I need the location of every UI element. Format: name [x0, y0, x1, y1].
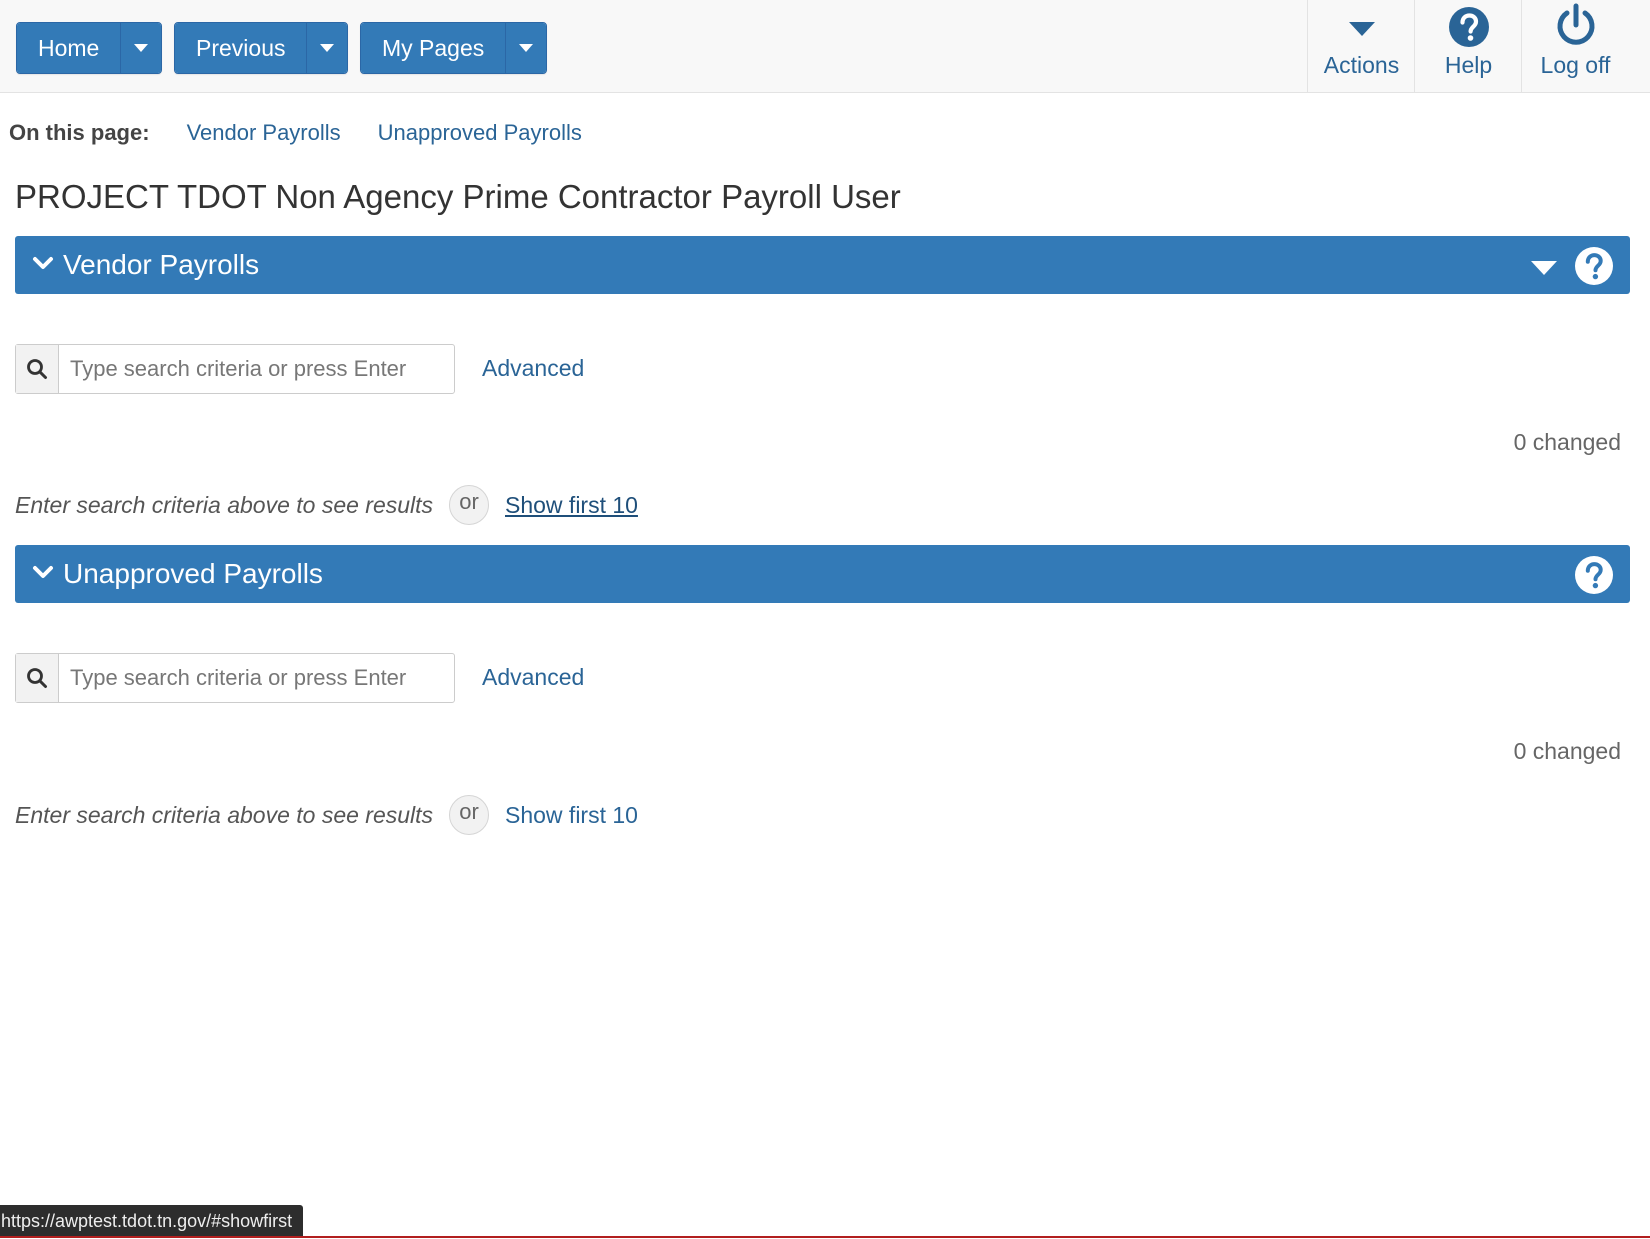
or-badge: or	[449, 485, 489, 525]
browser-status-url: https://awptest.tdot.tn.gov/#showfirst	[0, 1205, 304, 1237]
vendor-payrolls-search	[15, 344, 455, 394]
home-button-group: Home	[16, 22, 163, 74]
caret-down-icon[interactable]	[1530, 260, 1558, 276]
chevron-down-icon[interactable]	[32, 255, 54, 271]
previous-button-group: Previous	[174, 22, 349, 74]
search-icon	[27, 359, 47, 379]
my-pages-button[interactable]: My Pages	[361, 23, 507, 73]
actions-label: Actions	[1323, 52, 1400, 78]
advanced-search-link[interactable]: Advanced	[482, 355, 584, 382]
question-circle-icon	[1448, 7, 1489, 47]
question-circle-icon[interactable]	[1574, 246, 1614, 286]
caret-down-icon	[134, 44, 149, 52]
unapproved-payrolls-panel-header: Unapproved Payrolls	[15, 545, 1630, 603]
vendor-payrolls-title[interactable]: Vendor Payrolls	[63, 249, 259, 281]
caret-down-icon	[519, 44, 534, 52]
vendor-payrolls-panel-header: Vendor Payrolls	[15, 236, 1630, 294]
unapproved-payrolls-title[interactable]: Unapproved Payrolls	[63, 558, 323, 590]
on-this-page-nav: On this page: Vendor Payrolls Unapproved…	[9, 120, 582, 146]
show-first-link[interactable]: Show first 10	[505, 802, 638, 829]
search-input[interactable]	[59, 654, 454, 702]
search-icon	[27, 668, 47, 688]
top-navigation-bar: Home Previous My Pages Actions Help Log …	[0, 0, 1650, 93]
search-addon	[16, 345, 59, 393]
search-input[interactable]	[59, 345, 454, 393]
unapproved-payrolls-search	[15, 653, 455, 703]
page-title: PROJECT TDOT Non Agency Prime Contractor…	[15, 178, 901, 215]
power-icon	[1557, 3, 1594, 45]
search-addon	[16, 654, 59, 702]
previous-button[interactable]: Previous	[175, 23, 308, 73]
advanced-search-link[interactable]: Advanced	[482, 664, 584, 691]
actions-menu-button[interactable]: Actions	[1307, 0, 1415, 92]
bottom-divider	[0, 1236, 1650, 1238]
previous-dropdown-toggle[interactable]	[307, 23, 348, 73]
caret-down-icon	[320, 44, 335, 52]
or-badge: or	[449, 795, 489, 835]
log-off-button[interactable]: Log off	[1521, 0, 1629, 92]
help-button[interactable]: Help	[1414, 0, 1522, 92]
home-dropdown-toggle[interactable]	[121, 23, 162, 73]
changed-count: 0 changed	[1513, 429, 1621, 455]
show-first-link[interactable]: Show first 10	[505, 492, 638, 519]
search-hint-text: Enter search criteria above to see resul…	[15, 492, 434, 518]
anchor-link-unapproved-payrolls[interactable]: Unapproved Payrolls	[378, 120, 582, 146]
search-hint-text: Enter search criteria above to see resul…	[15, 802, 434, 828]
on-this-page-label: On this page:	[9, 120, 150, 145]
anchor-link-vendor-payrolls[interactable]: Vendor Payrolls	[187, 120, 341, 146]
my-pages-dropdown-toggle[interactable]	[506, 23, 547, 73]
help-label: Help	[1444, 52, 1493, 78]
chevron-down-icon[interactable]	[32, 564, 54, 580]
question-circle-icon[interactable]	[1574, 555, 1614, 595]
home-button[interactable]: Home	[17, 23, 122, 73]
log-off-label: Log off	[1540, 52, 1611, 78]
changed-count: 0 changed	[1513, 738, 1621, 764]
caret-down-icon	[1348, 22, 1375, 36]
my-pages-button-group: My Pages	[360, 22, 548, 74]
